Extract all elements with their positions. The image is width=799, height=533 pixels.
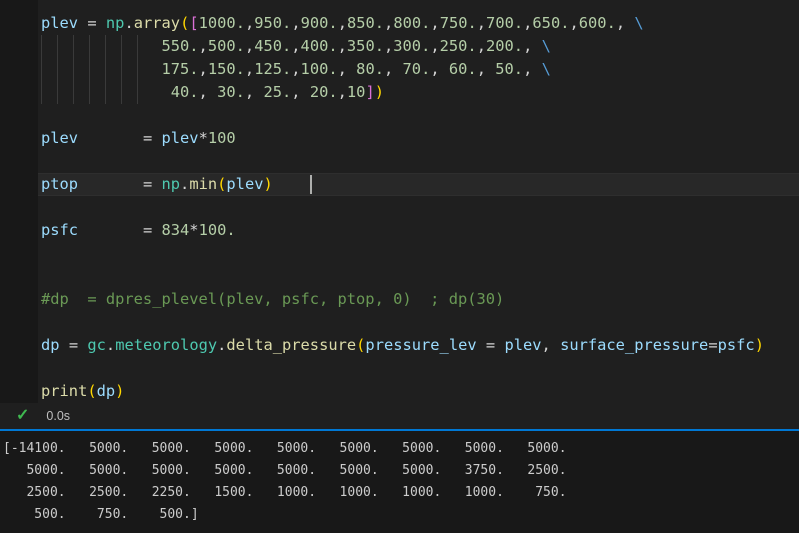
code-line <box>41 357 799 380</box>
code-line: 175.,150.,125.,100., 80., 70., 60., 50.,… <box>41 58 799 81</box>
code-line: ptop = np.min(plev) <box>41 173 799 196</box>
code-line: #dp = dpres_plevel(plev, psfc, ptop, 0) … <box>41 288 799 311</box>
output-line: 2500. 2500. 2250. 1500. 1000. 1000. 1000… <box>3 482 799 504</box>
execution-time: 0.0s <box>46 409 70 423</box>
output-line: 500. 750. 500.] <box>3 504 799 526</box>
code-line: print(dp) <box>41 380 799 403</box>
code-line: plev = plev*100 <box>41 127 799 150</box>
output-line: 5000. 5000. 5000. 5000. 5000. 5000. 5000… <box>3 460 799 482</box>
code-line: plev = np.array([1000.,950.,900.,850.,80… <box>41 12 799 35</box>
notebook-window: { "colors": { "page_bg": "#181818", "edi… <box>0 0 799 533</box>
output-line: [-14100. 5000. 5000. 5000. 5000. 5000. 5… <box>3 438 799 460</box>
execution-status-bar: ✓ 0.0s <box>0 403 799 429</box>
code-line <box>41 242 799 265</box>
code-line <box>41 196 799 219</box>
code-line: psfc = 834*100. <box>41 219 799 242</box>
cell-output: [-14100. 5000. 5000. 5000. 5000. 5000. 5… <box>0 431 799 533</box>
text-cursor <box>310 175 312 194</box>
code-line: 40., 30., 25., 20.,10]) <box>41 81 799 104</box>
code-line: 550.,500.,450.,400.,350.,300.,250.,200.,… <box>41 35 799 58</box>
success-check-icon: ✓ <box>16 408 29 424</box>
code-line: dp = gc.meteorology.delta_pressure(press… <box>41 334 799 357</box>
code-line <box>41 311 799 334</box>
code-line <box>41 104 799 127</box>
code-line <box>41 150 799 173</box>
code-lines: plev = np.array([1000.,950.,900.,850.,80… <box>41 12 799 403</box>
code-line <box>41 265 799 288</box>
code-editor[interactable]: plev = np.array([1000.,950.,900.,850.,80… <box>38 0 799 403</box>
